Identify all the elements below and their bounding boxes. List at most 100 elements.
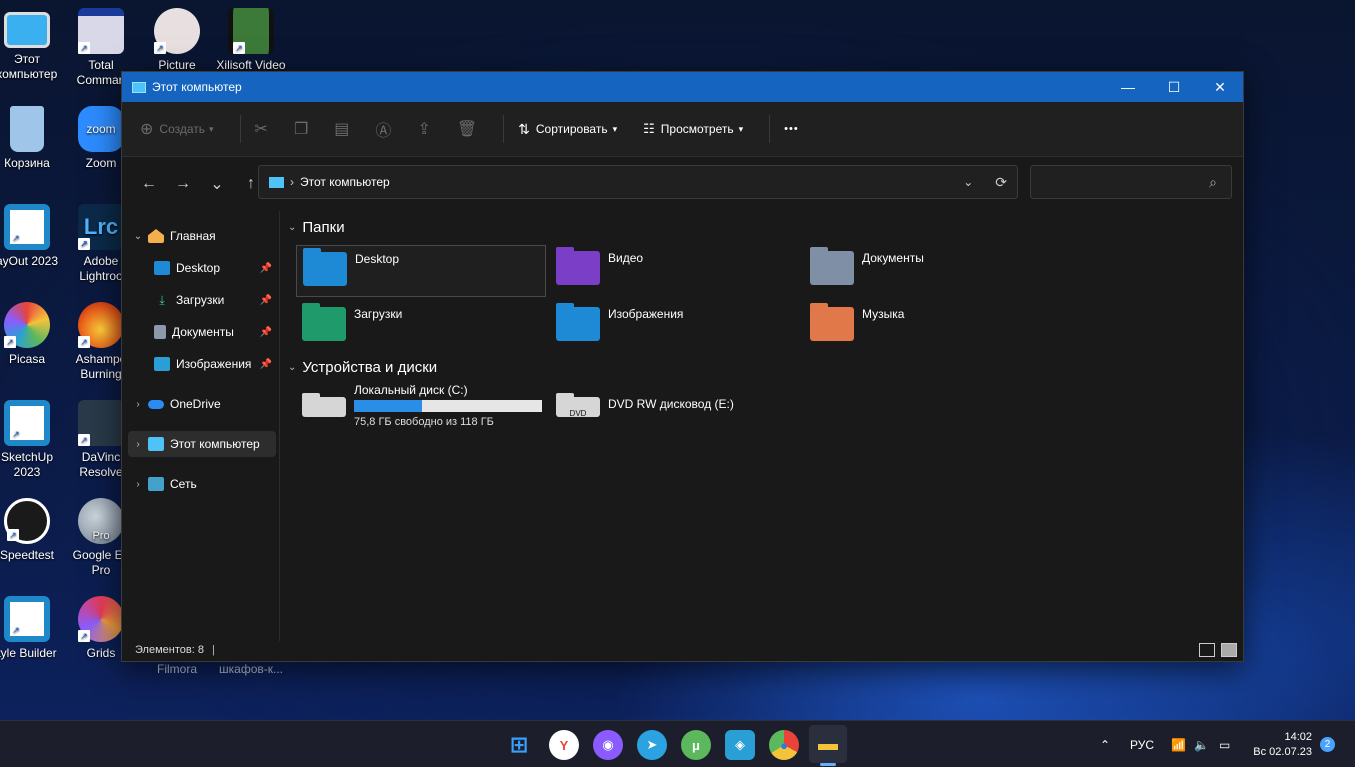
- chevron-right-icon[interactable]: ›: [128, 439, 148, 450]
- chevron-down-icon[interactable]: ⌄: [963, 175, 973, 189]
- refresh-icon[interactable]: ⟳: [995, 174, 1007, 191]
- alice-icon[interactable]: ◉: [593, 730, 623, 760]
- zoom-icon: zoom: [78, 106, 124, 152]
- notification-badge[interactable]: 2: [1320, 737, 1335, 752]
- folder-tile-music[interactable]: Музыка: [804, 301, 1054, 353]
- pin-icon[interactable]: 📌: [260, 295, 272, 306]
- desktop-icon-speedtest[interactable]: ↗ Speedtest: [0, 498, 64, 563]
- minimize-button[interactable]: —: [1105, 72, 1151, 102]
- folder-tile-pictures[interactable]: Изображения: [550, 301, 800, 353]
- sketchup-icon: ↗: [4, 400, 50, 446]
- desktop-icon-label: Этот компьютер: [0, 52, 58, 81]
- more-button[interactable]: •••: [784, 123, 799, 135]
- sidebar-item-downloads[interactable]: ⤓ Загрузки 📌: [128, 287, 276, 313]
- lightroom-icon: Lrc ↗: [78, 204, 124, 250]
- desktop-icon-sketchup[interactable]: ↗ SketchUp 2023: [0, 400, 64, 480]
- share-icon[interactable]: ⇪: [417, 119, 430, 139]
- globe-icon: Pro: [78, 498, 124, 544]
- anydesk-icon[interactable]: ◈: [725, 730, 755, 760]
- rename-icon[interactable]: Ⓐ: [375, 117, 391, 141]
- tiles-view-icon[interactable]: [1221, 643, 1237, 657]
- command-bar: ⊕ Создать ▾ ✂ ❐ ▤ Ⓐ ⇪ 🗑 ⇅ Сортировать ▾ …: [122, 102, 1243, 157]
- telegram-icon[interactable]: ➤: [637, 730, 667, 760]
- desktop-icon-picture[interactable]: ↗ Picture: [140, 8, 214, 73]
- breadcrumb[interactable]: Этот компьютер: [300, 175, 390, 189]
- paste-icon[interactable]: ▤: [334, 119, 349, 139]
- utorrent-icon[interactable]: μ: [681, 730, 711, 760]
- sort-icon: ⇅: [518, 120, 530, 137]
- desktop-icon-label-behind: Filmora: [157, 662, 198, 676]
- start-button[interactable]: ⊞: [504, 730, 534, 760]
- sidebar-item-this-pc[interactable]: › Этот компьютер: [128, 431, 276, 457]
- file-explorer-icon[interactable]: ▬: [809, 725, 847, 763]
- navigation-pane: ⌄ Главная Desktop 📌 ⤓ Загрузки 📌 Докумен…: [122, 211, 280, 641]
- sidebar-item-desktop[interactable]: Desktop 📌: [128, 255, 276, 281]
- address-bar[interactable]: › Этот компьютер ⌄ ⟳: [258, 165, 1018, 199]
- clock[interactable]: 14:02 Вс 02.07.23: [1250, 721, 1312, 767]
- desktop-icon-this-pc[interactable]: Этот компьютер: [0, 8, 64, 82]
- sidebar-item-documents[interactable]: Документы 📌: [128, 319, 276, 345]
- battery-icon[interactable]: ▭: [1219, 721, 1230, 767]
- folder-tile-desktop[interactable]: Desktop: [296, 245, 546, 297]
- cut-icon[interactable]: ✂: [255, 119, 268, 139]
- volume-icon[interactable]: 🔈: [1194, 721, 1209, 767]
- desktop-icon-picasa[interactable]: ↗ Picasa: [0, 302, 64, 367]
- yandex-browser-icon[interactable]: Y: [549, 730, 579, 760]
- view-icon: ☷: [643, 121, 655, 136]
- desktop-folder-icon: [154, 261, 170, 275]
- chrome-icon[interactable]: ●: [769, 730, 799, 760]
- sidebar-item-pictures[interactable]: Изображения 📌: [128, 351, 276, 377]
- language-indicator[interactable]: РУС: [1130, 721, 1154, 767]
- copy-icon[interactable]: ❐: [294, 119, 308, 139]
- wifi-icon[interactable]: 📶: [1171, 721, 1186, 767]
- active-app-indicator: [820, 763, 836, 766]
- network-icon: [148, 477, 164, 491]
- folder-tile-video[interactable]: Видео: [550, 245, 800, 297]
- forward-button[interactable]: →: [168, 169, 198, 199]
- chevron-down-icon[interactable]: ⌄: [128, 231, 148, 242]
- toolbar-divider: [769, 115, 771, 143]
- drive-usage-fill: [354, 400, 422, 412]
- section-devices[interactable]: ⌄ Устройства и диски: [288, 359, 437, 376]
- view-button[interactable]: ☷ Просмотреть ▾: [643, 121, 743, 137]
- pin-icon[interactable]: 📌: [260, 359, 272, 370]
- sidebar-item-onedrive[interactable]: › OneDrive: [128, 391, 276, 417]
- desktop-icon-recycle-bin[interactable]: Корзина: [0, 106, 64, 171]
- desktop-icon-style-builder[interactable]: ↗ tyle Builder: [0, 596, 64, 661]
- desktop-icon-xilisoft[interactable]: ↗ Xilisoft Video: [214, 8, 288, 73]
- maximize-button[interactable]: ☐: [1151, 72, 1197, 102]
- toolbar-divider: [503, 115, 505, 143]
- title-bar[interactable]: Этот компьютер — ☐ ✕: [122, 72, 1243, 102]
- chevron-right-icon[interactable]: ›: [128, 399, 148, 410]
- delete-icon[interactable]: 🗑: [457, 119, 477, 139]
- monitor-icon: [132, 81, 146, 93]
- sidebar-item-home[interactable]: ⌄ Главная: [128, 223, 276, 249]
- item-count: Элементов: 8: [135, 644, 204, 656]
- details-view-icon[interactable]: [1199, 643, 1215, 657]
- recent-locations-button[interactable]: ⌄: [202, 169, 232, 199]
- search-input[interactable]: ⌕: [1030, 165, 1232, 199]
- folder-tile-downloads[interactable]: Загрузки: [296, 301, 546, 353]
- folder-tile-documents[interactable]: Документы: [804, 245, 1054, 297]
- desktop-icon-label: tyle Builder: [0, 646, 57, 660]
- desktop-icon-layout[interactable]: ↗ ayOut 2023: [0, 204, 64, 269]
- drive-tile-c[interactable]: Локальный диск (C:) 75,8 ГБ свободно из …: [296, 377, 546, 437]
- film-icon: ↗: [228, 8, 274, 54]
- chevron-down-icon: ▾: [612, 123, 618, 134]
- chevron-right-icon[interactable]: ›: [128, 479, 148, 490]
- close-button[interactable]: ✕: [1197, 72, 1243, 102]
- create-button[interactable]: ⊕ Создать ▾: [140, 119, 214, 139]
- section-folders[interactable]: ⌄ Папки: [288, 219, 345, 236]
- back-button[interactable]: ←: [134, 169, 164, 199]
- monitor-icon: [4, 12, 50, 48]
- documents-folder-icon: [810, 247, 854, 285]
- total-commander-icon: ↗: [78, 8, 124, 54]
- drive-tile-e[interactable]: DVD DVD RW дисковод (E:): [550, 377, 800, 437]
- toolbar-divider: [239, 115, 241, 143]
- sort-button[interactable]: ⇅ Сортировать ▾: [518, 121, 617, 138]
- chevron-down-icon: ⌄: [288, 222, 297, 233]
- show-hidden-icons-button[interactable]: ⌃: [1100, 721, 1110, 767]
- pin-icon[interactable]: 📌: [260, 263, 272, 274]
- pin-icon[interactable]: 📌: [260, 327, 272, 338]
- sidebar-item-network[interactable]: › Сеть: [128, 471, 276, 497]
